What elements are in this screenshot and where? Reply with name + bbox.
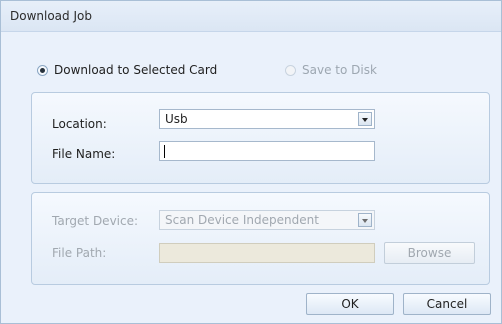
title-bar: Download Job — [1, 1, 501, 32]
browse-button[interactable]: Browse — [384, 242, 475, 264]
chevron-down-icon[interactable] — [358, 213, 372, 227]
file-name-label: File Name: — [52, 147, 116, 161]
text-caret — [164, 145, 165, 158]
download-to-card-radio[interactable] — [37, 64, 48, 76]
disk-settings-group: Target Device: Scan Device Independent F… — [31, 192, 490, 285]
target-device-dropdown[interactable]: Scan Device Independent — [159, 210, 375, 230]
target-device-label: Target Device: — [52, 214, 139, 228]
ok-button[interactable]: OK — [306, 293, 394, 315]
location-label: Location: — [52, 117, 107, 131]
target-device-value: Scan Device Independent — [165, 213, 319, 227]
location-dropdown[interactable]: Usb — [159, 109, 375, 129]
file-path-label: File Path: — [52, 246, 107, 260]
save-to-disk-option[interactable]: Save to Disk — [285, 62, 377, 78]
file-name-input[interactable] — [159, 141, 375, 161]
chevron-down-icon[interactable] — [358, 112, 372, 126]
download-job-dialog: Download Job Download to Selected Card S… — [0, 0, 502, 324]
save-to-disk-radio[interactable] — [285, 64, 296, 76]
card-settings-group: Location: Usb File Name: — [31, 92, 490, 184]
download-to-card-label: Download to Selected Card — [54, 63, 218, 77]
download-to-card-option[interactable]: Download to Selected Card — [37, 62, 217, 78]
file-path-input[interactable] — [159, 243, 375, 263]
cancel-button[interactable]: Cancel — [403, 293, 491, 315]
save-to-disk-label: Save to Disk — [302, 63, 377, 77]
location-value: Usb — [165, 112, 188, 126]
dialog-title: Download Job — [10, 9, 92, 23]
